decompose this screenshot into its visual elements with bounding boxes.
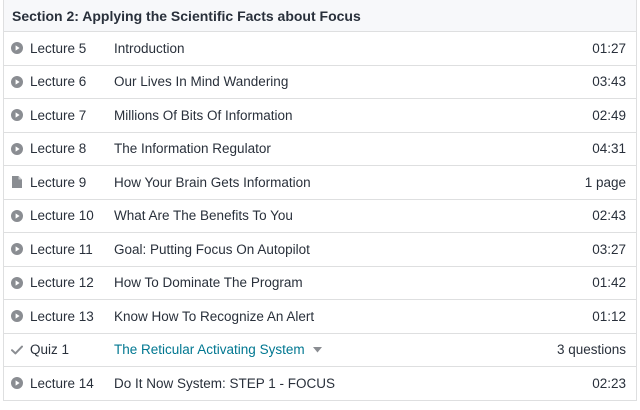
lecture-number: Lecture 7 <box>30 107 87 123</box>
lecture-number: Lecture 11 <box>30 241 93 257</box>
lecture-title: What Are The Benefits To You <box>114 208 293 224</box>
lecture-duration: 03:27 <box>592 241 626 257</box>
lecture-row[interactable]: Lecture 10 What Are The Benefits To You … <box>4 200 636 233</box>
play-circle-icon <box>6 209 28 222</box>
lecture-number: Lecture 13 <box>30 308 94 324</box>
lecture-duration: 02:23 <box>592 375 626 391</box>
lecture-row[interactable]: Lecture 12 How To Dominate The Program 0… <box>4 267 636 300</box>
lecture-row[interactable]: Lecture 11 Goal: Putting Focus On Autopi… <box>4 233 636 267</box>
lecture-row[interactable]: Lecture 5 Introduction 01:27 <box>4 32 636 66</box>
quiz-title: The Reticular Activating System <box>114 342 305 358</box>
lecture-title: Our Lives In Mind Wandering <box>114 74 289 90</box>
lecture-title: Introduction <box>114 40 185 56</box>
lecture-row[interactable]: Lecture 8 The Information Regulator 04:3… <box>4 133 636 166</box>
quiz-title-link[interactable]: The Reticular Activating System <box>114 342 557 357</box>
lecture-number: Lecture 9 <box>30 174 87 190</box>
lecture-page-count: 1 page <box>584 174 626 190</box>
play-circle-icon <box>6 75 28 88</box>
play-circle-icon <box>6 310 28 323</box>
play-circle-icon <box>6 109 28 122</box>
quiz-row[interactable]: Quiz 1 The Reticular Activating System 3… <box>4 334 636 367</box>
lecture-duration: 01:27 <box>592 40 626 56</box>
section-header[interactable]: Section 2: Applying the Scientific Facts… <box>4 0 636 32</box>
lecture-title: Know How To Recognize An Alert <box>114 308 315 324</box>
lecture-duration: 03:43 <box>592 74 626 90</box>
checkmark-icon <box>6 345 28 355</box>
lecture-number: Lecture 6 <box>30 74 87 90</box>
chevron-down-icon[interactable] <box>312 346 322 353</box>
play-circle-icon <box>6 142 28 155</box>
lecture-row[interactable]: Lecture 6 Our Lives In Mind Wandering 03… <box>4 66 636 99</box>
lecture-title: Goal: Putting Focus On Autopilot <box>114 241 310 257</box>
lecture-row[interactable]: Lecture 14 Do It Now System: STEP 1 - FO… <box>4 367 636 401</box>
play-circle-icon <box>6 377 28 390</box>
curriculum-section: Section 2: Applying the Scientific Facts… <box>3 0 637 401</box>
lecture-number: Lecture 14 <box>30 375 94 391</box>
lecture-title: Do It Now System: STEP 1 - FOCUS <box>114 375 336 391</box>
lecture-row[interactable]: Lecture 13 Know How To Recognize An Aler… <box>4 300 636 334</box>
lecture-duration: 02:43 <box>592 208 626 224</box>
lecture-title: Millions Of Bits Of Information <box>114 107 293 123</box>
quiz-question-count: 3 questions <box>556 342 626 358</box>
lecture-duration: 01:42 <box>592 275 626 291</box>
lecture-title: The Information Regulator <box>114 141 271 157</box>
lecture-duration: 04:31 <box>592 141 626 157</box>
lecture-duration: 02:49 <box>592 107 626 123</box>
play-circle-icon <box>6 276 28 289</box>
lecture-duration: 01:12 <box>592 308 626 324</box>
lecture-number: Lecture 5 <box>30 40 87 56</box>
lecture-number: Lecture 10 <box>30 208 94 224</box>
play-circle-icon <box>6 42 28 55</box>
lecture-number: Lecture 8 <box>30 141 87 157</box>
lecture-title: How Your Brain Gets Information <box>114 174 311 190</box>
play-circle-icon <box>6 243 28 256</box>
document-icon <box>6 176 28 189</box>
section-title: Section 2: Applying the Scientific Facts… <box>12 7 361 24</box>
lecture-title: How To Dominate The Program <box>114 275 303 291</box>
lecture-number: Lecture 12 <box>30 275 94 291</box>
lecture-row[interactable]: Lecture 9 How Your Brain Gets Informatio… <box>4 166 636 200</box>
quiz-number: Quiz 1 <box>30 342 70 358</box>
lecture-row[interactable]: Lecture 7 Millions Of Bits Of Informatio… <box>4 99 636 133</box>
